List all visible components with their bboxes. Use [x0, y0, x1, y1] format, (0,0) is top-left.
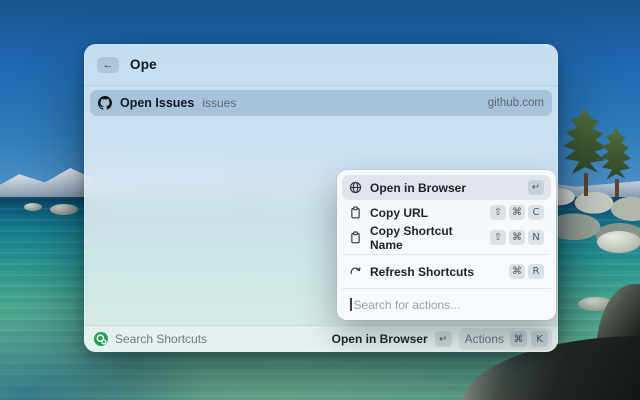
globe-icon: [349, 181, 362, 194]
arrow-left-icon: ←: [103, 59, 114, 71]
action-keys: ⌘ R: [509, 264, 544, 279]
result-title: Open Issues: [120, 96, 194, 110]
result-list: Open Issues issues github.com: [84, 86, 558, 120]
actions-button[interactable]: Actions ⌘ K: [459, 328, 552, 350]
action-copy-shortcut-name[interactable]: Copy Shortcut Name ⇧ ⌘ N: [342, 225, 551, 250]
action-refresh-shortcuts[interactable]: Refresh Shortcuts ⌘ R: [342, 259, 551, 284]
wallpaper-rock: [50, 204, 78, 215]
search-shortcuts-icon: [94, 332, 108, 346]
shift-key-chip: ⇧: [490, 230, 506, 245]
action-open-in-browser[interactable]: Open in Browser ↵: [342, 175, 551, 200]
result-subtitle: issues: [202, 96, 236, 110]
actions-popover: Open in Browser ↵ Copy URL ⇧ ⌘ C Copy Sh…: [337, 170, 556, 320]
action-copy-url[interactable]: Copy URL ⇧ ⌘ C: [342, 200, 551, 225]
text-caret: [350, 298, 352, 311]
wallpaper-pine-tree: [599, 127, 633, 197]
refresh-icon: [349, 265, 362, 278]
n-key-chip: N: [528, 230, 544, 245]
actions-search: [342, 288, 551, 320]
search-bar: ← Ope: [84, 44, 558, 86]
actions-search-input[interactable]: [354, 298, 544, 312]
wallpaper-rock: [24, 203, 42, 211]
c-key-chip: C: [528, 205, 544, 220]
action-label: Refresh Shortcuts: [370, 265, 474, 279]
r-key-chip: R: [528, 264, 544, 279]
return-key-chip: ↵: [528, 180, 544, 195]
command-key-chip: ⌘: [509, 230, 525, 245]
action-keys: ⇧ ⌘ C: [490, 205, 544, 220]
divider: [345, 254, 548, 255]
extension-label: Search Shortcuts: [115, 332, 207, 346]
command-key-chip: ⌘: [510, 331, 527, 347]
action-label: Open in Browser: [370, 181, 466, 195]
action-label: Copy Shortcut Name: [370, 224, 482, 252]
search-query[interactable]: Ope: [130, 57, 157, 72]
clipboard-icon: [349, 231, 362, 244]
primary-action-label[interactable]: Open in Browser: [332, 332, 428, 346]
result-domain: github.com: [488, 97, 544, 109]
command-key-chip: ⌘: [509, 205, 525, 220]
return-key-chip: ↵: [435, 331, 452, 347]
action-keys: ⇧ ⌘ N: [490, 230, 544, 245]
wallpaper-boulder: [597, 231, 640, 253]
actions-button-label: Actions: [463, 332, 506, 346]
action-label: Copy URL: [370, 206, 428, 220]
k-key-chip: K: [531, 331, 548, 347]
back-button[interactable]: ←: [97, 57, 119, 73]
status-bar: Search Shortcuts Open in Browser ↵ Actio…: [84, 325, 558, 352]
github-icon: [98, 96, 112, 110]
result-row-open-issues[interactable]: Open Issues issues github.com: [90, 90, 552, 116]
clipboard-icon: [349, 206, 362, 219]
action-keys: ↵: [528, 180, 544, 195]
command-key-chip: ⌘: [509, 264, 525, 279]
shift-key-chip: ⇧: [490, 205, 506, 220]
